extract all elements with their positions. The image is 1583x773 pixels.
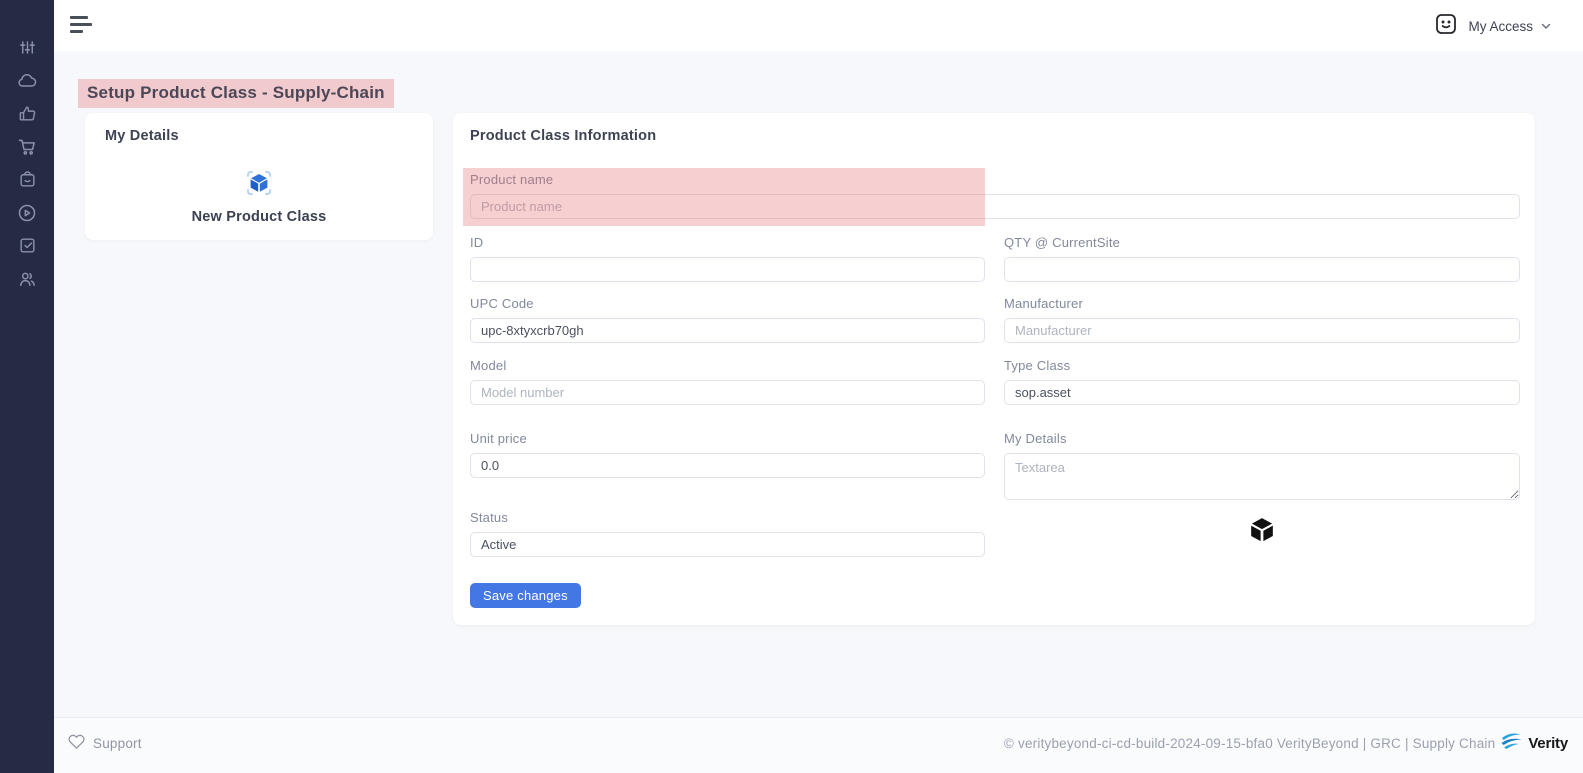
field-my-details: My Details [1004,431,1520,505]
field-qty: QTY @ CurrentSite [1004,235,1520,282]
id-input[interactable] [470,257,985,282]
model-label: Model [470,358,507,373]
sidebar-item-cloud[interactable] [15,71,39,95]
support-label: Support [93,736,142,751]
field-unit-price: Unit price [470,431,985,478]
product-class-form-card: Product Class Information Product name I… [453,113,1535,625]
shopping-bag-icon [18,170,37,194]
manufacturer-input[interactable] [1004,318,1520,343]
footer: Support © veritybeyond-ci-cd-build-2024-… [54,717,1583,773]
support-link[interactable]: Support [68,733,142,754]
menu-toggle-button[interactable] [70,16,94,36]
my-details-textarea[interactable] [1004,453,1520,500]
upc-label: UPC Code [470,296,534,311]
field-manufacturer: Manufacturer [1004,296,1520,343]
main-content: Setup Product Class - Supply-Chain My De… [54,51,1583,717]
users-icon [17,269,37,294]
unit-price-label: Unit price [470,431,527,446]
upc-input[interactable] [470,318,985,343]
smiley-avatar-icon [1434,12,1458,41]
top-navbar: My Access [54,0,1583,51]
status-input[interactable] [470,532,985,557]
sidebar-item-cart[interactable] [15,137,39,161]
sidebar [0,0,54,773]
field-type-class: Type Class [1004,358,1520,405]
field-model: Model [470,358,985,405]
manufacturer-label: Manufacturer [1004,296,1083,311]
save-changes-button[interactable]: Save changes [470,583,581,608]
sliders-icon [18,38,37,62]
field-upc: UPC Code [470,296,985,343]
thumbs-up-icon [18,104,37,128]
new-product-class-button[interactable]: New Product Class [85,168,433,225]
qty-input[interactable] [1004,257,1520,282]
product-name-label: Product name [470,172,554,187]
play-circle-icon [17,203,37,228]
my-access-dropdown[interactable]: My Access [1434,12,1551,40]
scan-cube-icon [244,168,274,203]
check-square-icon [18,236,37,260]
model-input[interactable] [470,380,985,405]
sidebar-item-thumbs-up[interactable] [15,104,39,128]
shopping-cart-icon [17,137,37,162]
my-details-label: My Details [1004,431,1067,446]
page-title: Setup Product Class - Supply-Chain [78,79,394,108]
verity-logo-icon [1500,731,1523,756]
new-product-class-label: New Product Class [191,209,327,225]
field-id: ID [470,235,985,282]
unit-price-input[interactable] [470,453,985,478]
sidebar-item-users[interactable] [15,269,39,293]
product-name-input[interactable] [470,194,1520,219]
type-class-input[interactable] [1004,380,1520,405]
my-details-card-title: My Details [105,128,179,144]
sidebar-item-check[interactable] [15,236,39,260]
package-cube-icon [1246,516,1278,550]
chevron-down-icon [1541,17,1551,35]
sidebar-item-play[interactable] [15,203,39,227]
copyright-text: © veritybeyond-ci-cd-build-2024-09-15-bf… [1003,736,1496,751]
cloud-icon [17,71,37,96]
field-status: Status [470,510,985,557]
sidebar-item-sliders[interactable] [15,38,39,62]
field-product-name: Product name [470,172,1520,219]
id-label: ID [470,235,484,250]
heart-icon [68,733,85,754]
my-details-card: My Details New Product Class [85,113,433,240]
qty-label: QTY @ CurrentSite [1004,235,1121,250]
verity-wordmark: Verity [1528,735,1568,752]
form-card-title: Product Class Information [470,128,657,144]
sidebar-item-bag[interactable] [15,170,39,194]
hamburger-icon [70,16,88,19]
type-class-label: Type Class [1004,358,1071,373]
status-label: Status [470,510,509,525]
my-access-label: My Access [1468,18,1533,34]
